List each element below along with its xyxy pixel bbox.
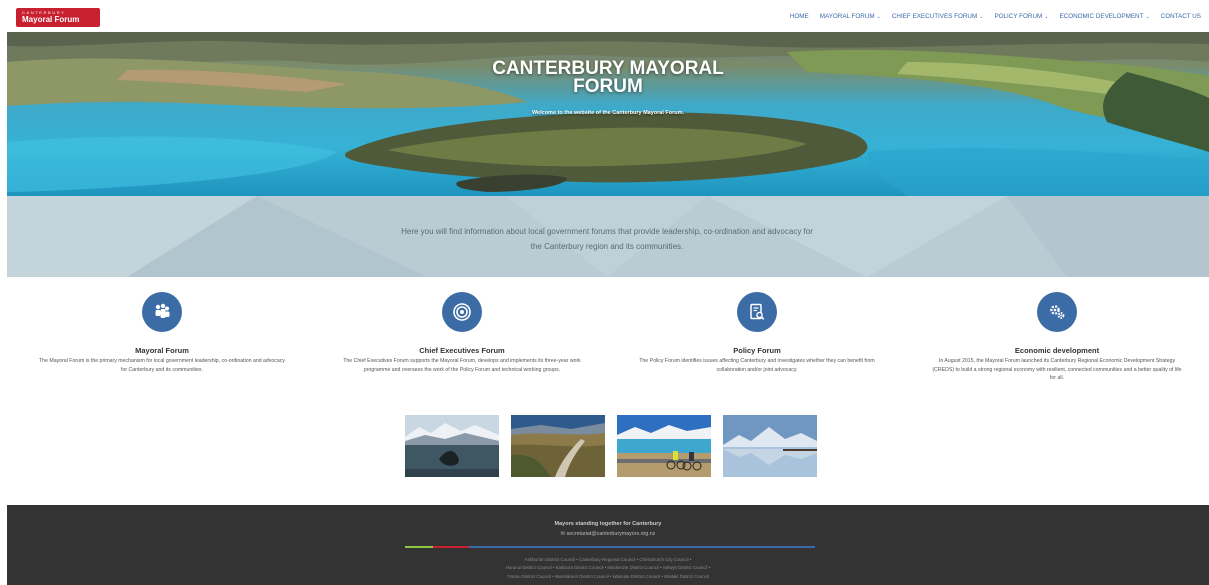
gears-icon[interactable] [1037,292,1077,332]
site-header: CANTERBURY Mayoral Forum HOME MAYORAL FO… [0,0,1209,32]
chevron-down-icon: ⌄ [876,14,881,20]
cyclists-lake-photo[interactable] [617,415,711,477]
logo-line2: Mayoral Forum [22,15,80,24]
footer-tagline: Mayors standing together for Canterbury [554,521,662,527]
feature-description: The Policy Forum identifies issues affec… [639,358,875,373]
feature-mayoral-forum: Mayoral Forum The Mayoral Forum is the p… [37,292,287,374]
footer-links-line[interactable]: Hurunui District Council • Kaikōura Dist… [7,564,1209,572]
hero-banner: CANTERBURY MAYORAL FORUM Welcome to the … [7,32,1209,196]
mountain-lake-photo[interactable] [723,415,817,477]
hero-subtitle: Welcome to the website of the Canterbury… [531,110,685,116]
footer-email[interactable]: ✉ secretariat@canterburymayors.org.nz [7,531,1209,537]
feature-title[interactable]: Mayoral Forum [37,346,287,355]
nav-economic-development[interactable]: ECONOMIC DEVELOPMENT ⌄ [1059,13,1149,20]
main-nav: HOME MAYORAL FORUM ⌄ CHIEF EXECUTIVES FOR… [790,13,1201,20]
nav-mayoral-forum[interactable]: MAYORAL FORUM ⌄ [820,13,881,20]
nav-contact-us[interactable]: CONTACT US [1161,13,1201,20]
whale-photo[interactable] [405,415,499,477]
feature-section: Mayoral Forum The Mayoral Forum is the p… [7,292,1209,402]
photo-gallery [405,415,817,477]
chevron-down-icon: ⌄ [979,14,984,20]
valley-road-photo[interactable] [511,415,605,477]
intro-text: Here you will find information about loc… [401,227,813,251]
nav-chief-executives-forum[interactable]: CHIEF EXECUTIVES FORUM ⌄ [892,13,984,20]
footer-links-line[interactable]: Ashburton District Council • Canterbury … [7,556,1209,564]
document-search-icon[interactable] [737,292,777,332]
feature-description: In August 2015, the Mayoral Forum launch… [932,358,1182,381]
footer-links-line[interactable]: Timaru District Council • Waimakariri Di… [7,573,1209,581]
chevron-down-icon: ⌄ [1044,14,1049,20]
footer-email-link[interactable]: secretariat@canterburymayors.org.nz [567,531,656,537]
hero-title: CANTERBURY MAYORAL FORUM [492,58,724,97]
footer-color-bar [405,546,815,548]
feature-title[interactable]: Economic development [932,346,1182,355]
nav-home[interactable]: HOME [790,13,809,20]
feature-description: The Chief Executives Forum supports the … [343,358,581,373]
chevron-down-icon: ⌄ [1145,14,1150,20]
target-icon[interactable] [442,292,482,332]
footer-council-links: Ashburton District Council • Canterbury … [7,556,1209,581]
feature-title[interactable]: Chief Executives Forum [337,346,587,355]
feature-description: The Mayoral Forum is the primary mechani… [39,358,285,373]
intro-band: Here you will find information about loc… [7,196,1209,277]
feature-economic-development: Economic development In August 2015, the… [932,292,1182,383]
feature-policy-forum: Policy Forum The Policy Forum identifies… [632,292,882,374]
envelope-icon: ✉ [560,531,566,537]
nav-policy-forum[interactable]: POLICY FORUM ⌄ [994,13,1048,20]
feature-chief-executives-forum: Chief Executives Forum The Chief Executi… [337,292,587,374]
feature-title[interactable]: Policy Forum [632,346,882,355]
group-icon[interactable] [142,292,182,332]
site-footer: Mayors standing together for Canterbury … [7,505,1209,585]
site-logo[interactable]: CANTERBURY Mayoral Forum [16,8,100,27]
